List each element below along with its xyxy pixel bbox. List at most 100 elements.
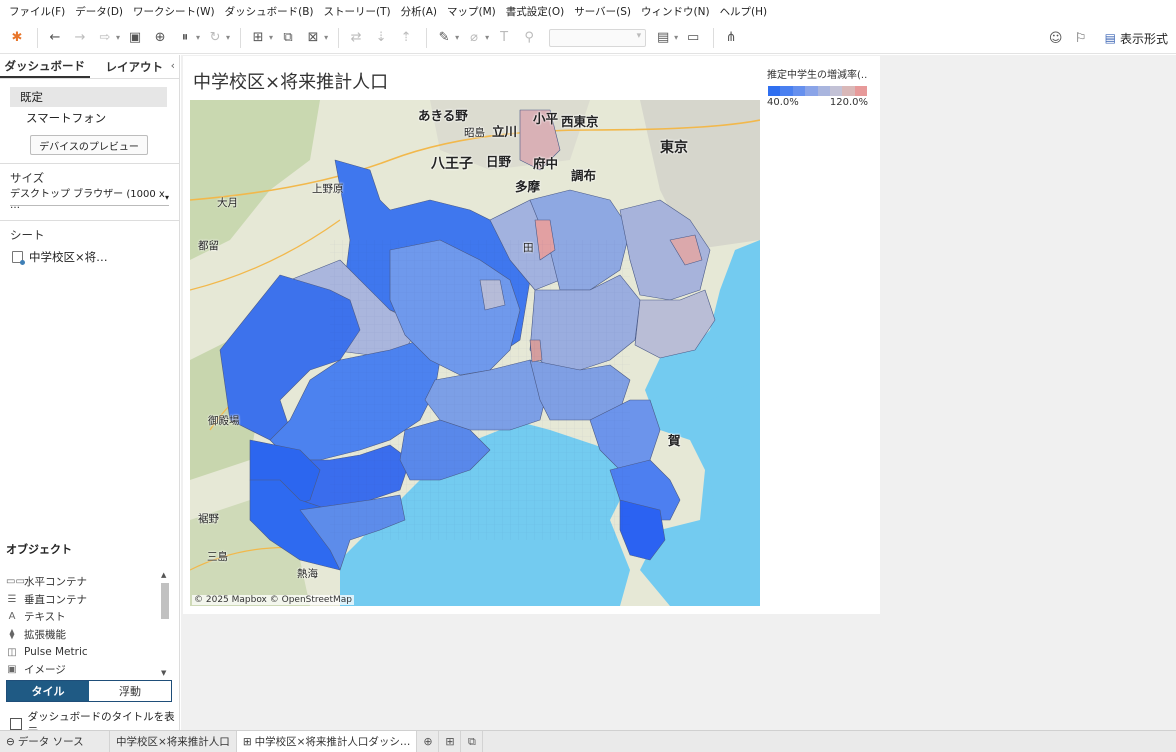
object-item-label: 拡張機能 [24, 629, 66, 642]
map-view[interactable]: あきる野 昭島 立川 小平 西東京 東京 八王子 日野 府中 多摩 調布 上野原… [190, 100, 760, 606]
object-item[interactable]: ◫ Pulse Metric [6, 643, 171, 661]
save-icon[interactable]: ▣ [124, 27, 146, 49]
fit-select[interactable] [549, 28, 647, 47]
sort-ascending-icon[interactable]: ⇣ [370, 27, 392, 49]
left-panel-tabs: ダッシュボード レイアウト ‹ [0, 55, 179, 79]
tab-layout[interactable]: レイアウト [90, 55, 180, 78]
place-label-akishima: 昭島 [464, 127, 485, 139]
float-button[interactable]: 浮動 [89, 681, 171, 701]
sheet-tab[interactable]: 中学校区×将来推計人口 [110, 730, 237, 752]
sheets-section-title: シート [10, 228, 45, 242]
menu-item[interactable]: ストーリー(T) [319, 4, 396, 19]
tile-float-toggle: タイル 浮動 [6, 680, 172, 702]
divider [0, 220, 179, 221]
highlight-icon[interactable]: ✎ [433, 27, 455, 49]
legend-title: 推定中学生の増減率(.. [767, 70, 868, 81]
object-item-label: 垂直コンテナ [24, 593, 87, 606]
dashboard: 中学校区×将来推計人口 推定中学生の増減率(.. 40.0% 120.0% あき… [183, 56, 880, 614]
show-cards-caret-icon[interactable]: ▾ [674, 33, 678, 42]
redo-icon[interactable]: → [69, 27, 91, 49]
tableau-logo-icon[interactable]: ✱ [6, 27, 28, 49]
menu-item[interactable]: 書式設定(O) [501, 4, 569, 19]
replay-icon[interactable]: ⇨ [94, 27, 116, 49]
toolbar-separator [37, 27, 38, 48]
object-item[interactable]: ☰ 垂直コンテナ [6, 591, 171, 609]
menu-item[interactable]: ウィンドウ(N) [636, 4, 715, 19]
menu-item[interactable]: サーバー(S) [569, 4, 636, 19]
sort-descending-icon[interactable]: ⇡ [395, 27, 417, 49]
group-icon[interactable]: ⌀ [463, 27, 485, 49]
presentation-mode-icon[interactable]: ▭ [682, 27, 704, 49]
device-preview-button[interactable]: デバイスのプレビュー [30, 135, 148, 155]
object-item-label: Pulse Metric [24, 646, 88, 659]
map-attribution[interactable]: © 2025 Mapbox © OpenStreetMap [192, 595, 354, 605]
new-worksheet-icon[interactable]: ⊞ [247, 27, 269, 49]
toolbar: ✱ ← → ⇨ ▾ ▣ ⊕ ⏸ ▾ ↻ ▾ ⊞ ▾ ⧉ ⊠ ▾ ⇄ ⇣ ⇡ ✎ ▾ ⌀ ▾ T… [0, 22, 1176, 54]
place-label-akiruno: あきる野 [418, 108, 468, 123]
object-item[interactable]: ⧫ 拡張機能 [6, 626, 171, 644]
extension-icon: ⧫ [9, 629, 15, 641]
tile-button[interactable]: タイル [7, 681, 89, 701]
show-title-checkbox[interactable] [10, 718, 22, 730]
legend-swatch [780, 86, 793, 96]
labels-icon[interactable]: T [493, 27, 515, 49]
new-dashboard-tab-icon[interactable]: ⊞ [439, 730, 462, 752]
duplicate-sheet-icon[interactable]: ⧉ [277, 27, 299, 49]
scroll-up-icon[interactable]: ▲ [161, 571, 166, 579]
menu-item[interactable]: マップ(M) [442, 4, 501, 19]
menu-item[interactable]: ダッシュボード(B) [220, 4, 319, 19]
place-label-tokyo: 東京 [660, 140, 688, 156]
dashboard-tab-label: 中学校区×将来推計人口ダッシ… [254, 736, 411, 748]
highlight-caret-icon[interactable]: ▾ [455, 33, 459, 42]
menu-item[interactable]: ヘルプ(H) [715, 4, 773, 19]
menu-item[interactable]: データ(D) [70, 4, 128, 19]
objects-scrollbar[interactable]: ▲ ▼ [160, 571, 170, 677]
scrollbar-thumb[interactable] [161, 583, 169, 619]
undo-icon[interactable]: ← [44, 27, 66, 49]
agent-icon[interactable]: ☺ [1045, 27, 1067, 49]
object-item[interactable]: ▭▭ 水平コンテナ [6, 573, 171, 591]
show-me-button[interactable]: ▤ 表示形式 [1105, 30, 1168, 47]
legend-swatch [792, 86, 806, 96]
place-label-hachioji: 八王子 [431, 156, 473, 172]
pause-caret-icon[interactable]: ▾ [196, 33, 200, 42]
sheet-item[interactable]: 中学校区×将… [12, 249, 179, 265]
sheet-tab-bar: ⊖ データ ソース 中学校区×将来推計人口 ⊞ 中学校区×将来推計人口ダッシ… … [0, 730, 1176, 752]
menu-item[interactable]: ワークシート(W) [128, 4, 220, 19]
object-item[interactable]: ▣ イメージ [6, 661, 171, 675]
place-label-ta: 田 [523, 242, 534, 254]
replay-caret-icon[interactable]: ▾ [116, 33, 120, 42]
color-legend[interactable]: 推定中学生の増減率(.. 40.0% 120.0% [767, 66, 875, 108]
collapse-panel-icon[interactable]: ‹ [171, 59, 175, 72]
device-phone[interactable]: スマートフォン [26, 109, 179, 127]
format-painter-icon[interactable]: ⚐ [1070, 27, 1092, 49]
refresh-caret-icon[interactable]: ▾ [226, 33, 230, 42]
menu-item[interactable]: 分析(A) [396, 4, 442, 19]
place-label-atami: 熱海 [297, 568, 318, 580]
device-default[interactable]: 既定 [10, 87, 167, 107]
tab-dashboard[interactable]: ダッシュボード [0, 55, 90, 78]
clear-sheet-icon[interactable]: ⊠ [302, 27, 324, 49]
show-me-icon: ▤ [1104, 31, 1116, 45]
new-story-tab-icon[interactable]: ⧉ [461, 730, 484, 752]
place-label-ka: 賀 [668, 433, 681, 448]
new-worksheet-caret-icon[interactable]: ▾ [269, 33, 273, 42]
share-icon[interactable]: ⋔ [720, 27, 742, 49]
data-source-tab[interactable]: ⊖ データ ソース [0, 730, 110, 752]
dashboard-tab[interactable]: ⊞ 中学校区×将来推計人口ダッシ… [236, 730, 418, 752]
place-label-nishitokyo: 西東京 [561, 114, 599, 129]
object-item[interactable]: A テキスト [6, 608, 171, 626]
menu-item[interactable]: ファイル(F) [4, 4, 70, 19]
pin-icon[interactable]: ⚲ [518, 27, 540, 49]
place-label-susono: 裾野 [198, 513, 219, 525]
show-cards-icon[interactable]: ▤ [652, 27, 674, 49]
refresh-icon[interactable]: ↻ [204, 27, 226, 49]
clear-caret-icon[interactable]: ▾ [324, 33, 328, 42]
new-worksheet-tab-icon[interactable]: ⊕ [417, 730, 440, 752]
swap-icon[interactable]: ⇄ [345, 27, 367, 49]
pause-updates-icon[interactable]: ⏸ [174, 27, 196, 49]
size-select[interactable]: デスクトップ ブラウザー (1000 x … ▾ [10, 189, 169, 211]
group-caret-icon[interactable]: ▾ [485, 33, 489, 42]
scroll-down-icon[interactable]: ▼ [161, 669, 166, 677]
new-data-source-icon[interactable]: ⊕ [149, 27, 171, 49]
